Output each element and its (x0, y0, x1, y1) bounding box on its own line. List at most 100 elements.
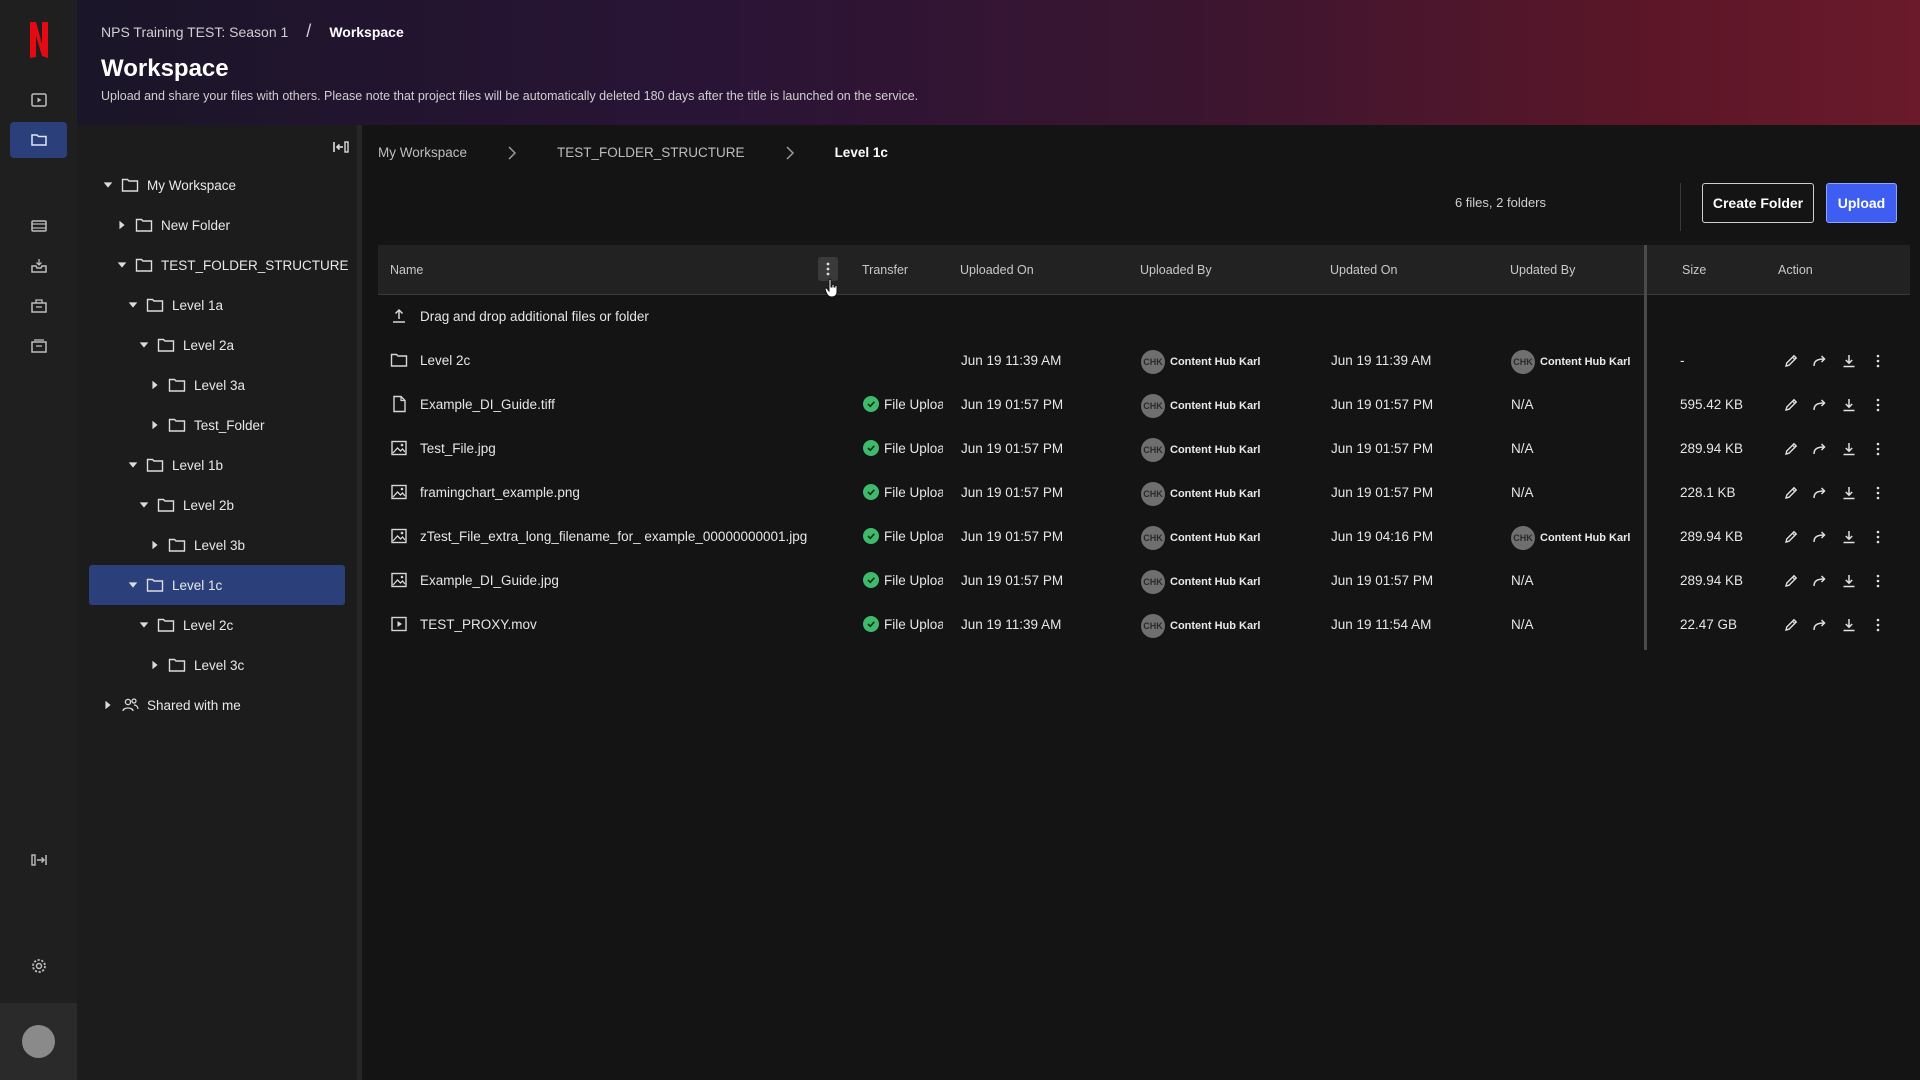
upload-button[interactable]: Upload (1826, 183, 1897, 223)
column-name[interactable]: Name (390, 263, 423, 277)
updated-on: Jun 19 01:57 PM (1331, 441, 1434, 456)
tree-item[interactable]: Level 1b (126, 446, 223, 484)
share-button[interactable] (1810, 439, 1830, 459)
tree-item[interactable]: New Folder (115, 206, 230, 244)
rename-button[interactable] (1781, 615, 1801, 635)
caret-down-icon[interactable] (137, 338, 151, 352)
rail-expand-button[interactable] (10, 842, 67, 878)
caret-right-icon[interactable] (101, 698, 115, 712)
file-name[interactable]: Level 2c (420, 353, 470, 368)
caret-right-icon[interactable] (148, 538, 162, 552)
collapse-panel-icon[interactable] (331, 137, 351, 157)
download-button[interactable] (1839, 615, 1859, 635)
rail-delivery-button[interactable] (10, 288, 67, 324)
breadcrumb-project-link[interactable]: NPS Training TEST: Season 1 (101, 24, 288, 40)
breadcrumb-my-workspace[interactable]: My Workspace (378, 145, 467, 160)
rename-button[interactable] (1781, 351, 1801, 371)
tree-item[interactable]: Level 2a (137, 326, 234, 364)
download-icon (1843, 531, 1855, 544)
file-name[interactable]: Test_File.jpg (420, 441, 496, 456)
tree-item[interactable]: My Workspace (101, 166, 236, 204)
caret-down-icon[interactable] (137, 618, 151, 632)
column-updated-on[interactable]: Updated On (1330, 263, 1397, 277)
table-row[interactable]: Level 2c Jun 19 11:39 AM CHK Content Hub Ka… (378, 339, 1910, 383)
rail-inbox-button[interactable] (10, 248, 67, 284)
share-button[interactable] (1810, 351, 1830, 371)
download-button[interactable] (1839, 527, 1859, 547)
rename-button[interactable] (1781, 571, 1801, 591)
more-button[interactable] (1868, 571, 1888, 591)
column-uploaded-on[interactable]: Uploaded On (960, 263, 1034, 277)
user-menu[interactable] (0, 1003, 77, 1080)
avatar[interactable] (22, 1025, 55, 1058)
caret-down-icon[interactable] (137, 498, 151, 512)
share-button[interactable] (1810, 527, 1830, 547)
share-button[interactable] (1810, 395, 1830, 415)
file-name[interactable]: zTest_File_extra_long_filename_for_ exam… (420, 529, 807, 544)
table-row[interactable]: Example_DI_Guide.tiff File Uploaded Jun 19… (378, 383, 1910, 427)
rename-button[interactable] (1781, 395, 1801, 415)
share-button[interactable] (1810, 571, 1830, 591)
more-button[interactable] (1868, 483, 1888, 503)
more-button[interactable] (1868, 615, 1888, 635)
download-button[interactable] (1839, 439, 1859, 459)
file-name[interactable]: framingchart_example.png (420, 485, 580, 500)
download-button[interactable] (1839, 571, 1859, 591)
page-description: Upload and share your files with others.… (101, 89, 919, 103)
tree-item[interactable]: Level 3c (148, 646, 244, 684)
caret-right-icon[interactable] (148, 658, 162, 672)
more-button[interactable] (1868, 395, 1888, 415)
rename-button[interactable] (1781, 527, 1801, 547)
tree-item[interactable]: Level 1c (126, 566, 222, 604)
caret-right-icon[interactable] (148, 418, 162, 432)
dropzone-row[interactable]: Drag and drop additional files or folder (378, 295, 1910, 339)
caret-down-icon[interactable] (126, 458, 140, 472)
file-name[interactable]: TEST_PROXY.mov (420, 617, 537, 632)
table-row[interactable]: Example_DI_Guide.jpg File Uploaded Jun 19 … (378, 559, 1910, 603)
rail-archive-button[interactable] (10, 328, 67, 364)
user-name: Content Hub Karl (1540, 356, 1631, 368)
caret-down-icon[interactable] (126, 298, 140, 312)
table-row[interactable]: Test_File.jpg File Uploaded Jun 19 01:57 P… (378, 427, 1910, 471)
caret-down-icon[interactable] (101, 178, 115, 192)
create-folder-button[interactable]: Create Folder (1702, 183, 1814, 223)
netflix-logo[interactable] (27, 20, 51, 60)
tree-item[interactable]: Level 1a (126, 286, 223, 324)
download-button[interactable] (1839, 351, 1859, 371)
column-size[interactable]: Size (1682, 263, 1706, 277)
column-updated-by[interactable]: Updated By (1510, 263, 1575, 277)
tree-item[interactable]: TEST_FOLDER_STRUCTURE (115, 246, 349, 284)
caret-right-icon[interactable] (115, 218, 129, 232)
rail-media-button[interactable] (10, 208, 67, 244)
rail-settings-button[interactable] (10, 948, 67, 984)
tree-item[interactable]: Test_Folder (148, 406, 265, 444)
tree-item[interactable]: Shared with me (101, 686, 241, 724)
column-uploaded-by[interactable]: Uploaded By (1140, 263, 1212, 277)
more-button[interactable] (1868, 351, 1888, 371)
rename-button[interactable] (1781, 483, 1801, 503)
share-button[interactable] (1810, 483, 1830, 503)
tree-item[interactable]: Level 2c (137, 606, 233, 644)
share-button[interactable] (1810, 615, 1830, 635)
tree-item[interactable]: Level 3a (148, 366, 245, 404)
table-row[interactable]: framingchart_example.png File Uploaded Jun… (378, 471, 1910, 515)
caret-right-icon[interactable] (148, 378, 162, 392)
download-button[interactable] (1839, 395, 1859, 415)
more-button[interactable] (1868, 439, 1888, 459)
file-name[interactable]: Example_DI_Guide.tiff (420, 397, 555, 412)
rail-workspace-button[interactable] (10, 122, 67, 158)
caret-down-icon[interactable] (115, 258, 129, 272)
more-button[interactable] (1868, 527, 1888, 547)
rail-player-button[interactable] (10, 82, 67, 118)
breadcrumb-test-folder-structure[interactable]: TEST_FOLDER_STRUCTURE (557, 145, 745, 160)
column-transfer[interactable]: Transfer (862, 263, 908, 277)
table-row[interactable]: zTest_File_extra_long_filename_for_ exam… (378, 515, 1910, 559)
caret-down-icon[interactable] (126, 578, 140, 592)
rename-button[interactable] (1781, 439, 1801, 459)
table-row[interactable]: TEST_PROXY.mov File Uploaded Jun 19 11:39 … (378, 603, 1910, 647)
tree-item[interactable]: Level 2b (137, 486, 234, 524)
download-button[interactable] (1839, 483, 1859, 503)
file-name[interactable]: Example_DI_Guide.jpg (420, 573, 559, 588)
tree-item[interactable]: Level 3b (148, 526, 245, 564)
column-resizer[interactable] (1644, 245, 1647, 650)
